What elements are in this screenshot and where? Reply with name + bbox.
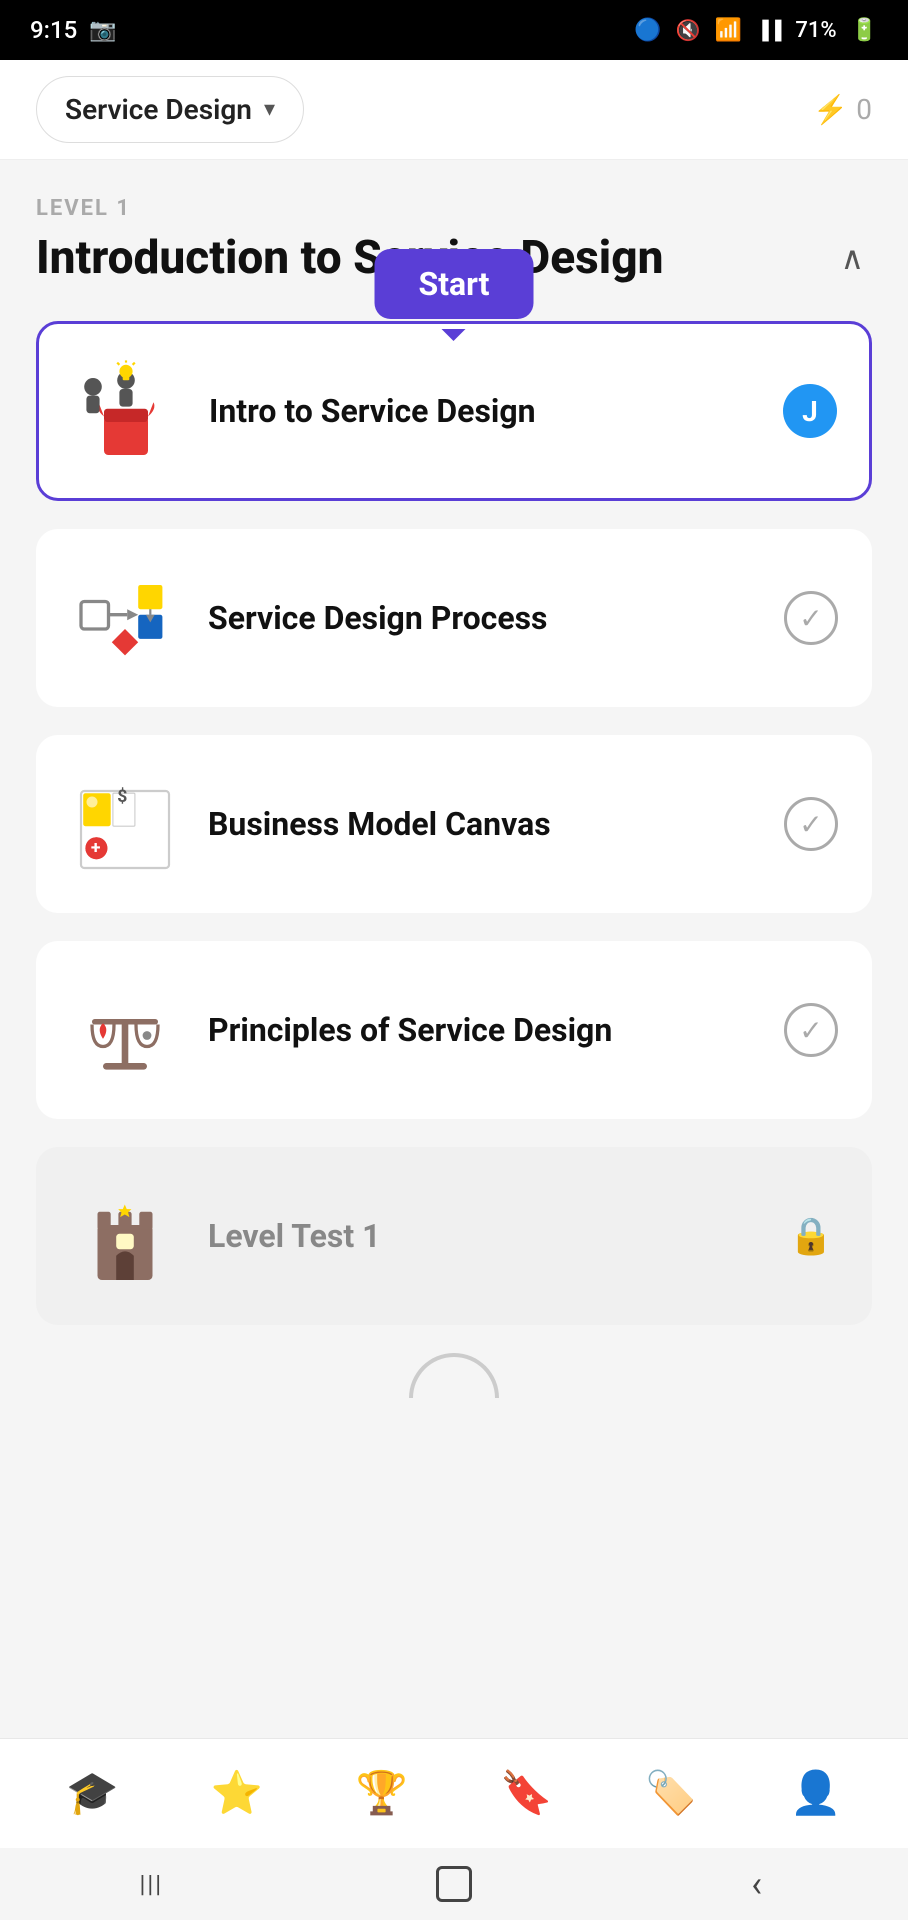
lesson-card-left-test: Level Test 1 bbox=[70, 1181, 784, 1291]
mute-icon: 🔇 bbox=[676, 18, 701, 42]
check-circle-canvas: ✓ bbox=[784, 797, 838, 851]
partial-icon-area bbox=[36, 1353, 872, 1398]
lesson-title-canvas: Business Model Canvas bbox=[208, 805, 551, 843]
lesson-card-left: Intro to Service Design bbox=[71, 356, 783, 466]
lesson-status-intro: J bbox=[783, 384, 837, 438]
nav-item-bookmarks[interactable]: 🔖 bbox=[466, 1754, 586, 1834]
android-back-button[interactable]: ‹ bbox=[717, 1859, 797, 1909]
android-menu-button[interactable]: ||| bbox=[111, 1859, 191, 1909]
lesson-status-principles: ✓ bbox=[784, 1003, 838, 1057]
collapse-button[interactable]: ∧ bbox=[833, 231, 872, 285]
avatar-badge: J bbox=[783, 384, 837, 438]
menu-icon: ||| bbox=[140, 1870, 164, 1898]
lesson-item-intro: Start bbox=[36, 321, 872, 501]
back-chevron-icon: ‹ bbox=[751, 1863, 762, 1905]
bookmarks-icon: 🔖 bbox=[500, 1769, 552, 1818]
nav-item-home[interactable]: 🎓 bbox=[32, 1754, 152, 1834]
lesson-card-left-principles: Principles of Service Design bbox=[70, 975, 784, 1085]
chevron-down-icon: ▾ bbox=[264, 97, 275, 122]
check-circle-principles: ✓ bbox=[784, 1003, 838, 1057]
lesson-status-canvas: ✓ bbox=[784, 797, 838, 851]
lesson-icon-intro bbox=[71, 356, 181, 466]
top-header: Service Design ▾ ⚡ 0 bbox=[0, 60, 908, 160]
svg-text:$: $ bbox=[117, 786, 127, 807]
lightning-area: ⚡ 0 bbox=[813, 93, 872, 126]
lesson-icon-principles bbox=[70, 975, 180, 1085]
lesson-title-principles: Principles of Service Design bbox=[208, 1011, 612, 1049]
nav-item-tags[interactable]: 🏷️ bbox=[611, 1754, 731, 1834]
lightning-count: 0 bbox=[856, 93, 872, 126]
lesson-icon-canvas: $ + bbox=[70, 769, 180, 879]
android-nav: ||| ‹ bbox=[0, 1848, 908, 1920]
check-circle-process: ✓ bbox=[784, 591, 838, 645]
lesson-item-principles: Principles of Service Design ✓ bbox=[36, 941, 872, 1119]
lesson-card-left-canvas: $ + Business Model Canvas bbox=[70, 769, 784, 879]
home-square-icon bbox=[436, 1866, 472, 1902]
lesson-card-intro[interactable]: Intro to Service Design J bbox=[36, 321, 872, 501]
battery-text: 71% bbox=[795, 18, 836, 43]
lesson-item-process: Service Design Process ✓ bbox=[36, 529, 872, 707]
nav-item-leaderboard[interactable]: 🏆 bbox=[322, 1754, 442, 1834]
lesson-icon-test bbox=[70, 1181, 180, 1291]
wifi-icon: 📶 bbox=[714, 18, 741, 43]
lesson-icon-process bbox=[70, 563, 180, 673]
lesson-item-test: Level Test 1 🔒 bbox=[36, 1147, 872, 1325]
home-icon: 🎓 bbox=[66, 1769, 118, 1818]
bluetooth-icon: 🔵 bbox=[634, 18, 661, 43]
svg-text:+: + bbox=[91, 839, 101, 859]
course-dropdown[interactable]: Service Design ▾ bbox=[36, 76, 304, 143]
lesson-card-left-process: Service Design Process bbox=[70, 563, 784, 673]
content-area: LEVEL 1 Introduction to Service Design ∧… bbox=[0, 160, 908, 1398]
lock-icon: 🔒 bbox=[789, 1215, 834, 1257]
nav-item-achievements[interactable]: ⭐ bbox=[177, 1754, 297, 1834]
lightning-icon: ⚡ bbox=[813, 93, 848, 126]
lesson-title-intro: Intro to Service Design bbox=[209, 392, 536, 430]
lesson-card-test[interactable]: Level Test 1 🔒 bbox=[36, 1147, 872, 1325]
signal-icon: ▐▐ bbox=[756, 20, 782, 41]
course-label: Service Design bbox=[65, 93, 252, 126]
lesson-card-canvas[interactable]: $ + Business Model Canvas ✓ bbox=[36, 735, 872, 913]
battery-icon: 🔋 bbox=[851, 18, 878, 43]
lesson-card-principles[interactable]: Principles of Service Design ✓ bbox=[36, 941, 872, 1119]
tags-icon: 🏷️ bbox=[645, 1769, 697, 1818]
start-tooltip: Start bbox=[375, 249, 534, 319]
lesson-title-test: Level Test 1 bbox=[208, 1217, 381, 1255]
lesson-status-process: ✓ bbox=[784, 591, 838, 645]
lesson-card-process[interactable]: Service Design Process ✓ bbox=[36, 529, 872, 707]
status-bar-left: 9:15 📷 bbox=[30, 16, 117, 44]
nav-item-profile[interactable]: 👤 bbox=[756, 1754, 876, 1834]
lesson-title-process: Service Design Process bbox=[208, 599, 547, 637]
partial-circle bbox=[409, 1353, 499, 1398]
level-label: LEVEL 1 bbox=[36, 196, 872, 221]
status-bar: 9:15 📷 🔵 🔇 📶 ▐▐ 71% 🔋 bbox=[0, 0, 908, 60]
leaderboard-icon: 🏆 bbox=[355, 1769, 407, 1818]
android-home-button[interactable] bbox=[414, 1859, 494, 1909]
lesson-status-test: 🔒 bbox=[784, 1209, 838, 1263]
status-time: 9:15 bbox=[30, 16, 77, 44]
bottom-nav: 🎓 ⭐ 🏆 🔖 🏷️ 👤 bbox=[0, 1738, 908, 1848]
profile-icon: 👤 bbox=[789, 1769, 841, 1818]
lesson-item-canvas: $ + Business Model Canvas ✓ bbox=[36, 735, 872, 913]
status-bar-right: 🔵 🔇 📶 ▐▐ 71% 🔋 bbox=[634, 18, 878, 43]
achievements-icon: ⭐ bbox=[211, 1769, 263, 1818]
camera-icon: 📷 bbox=[89, 18, 116, 43]
